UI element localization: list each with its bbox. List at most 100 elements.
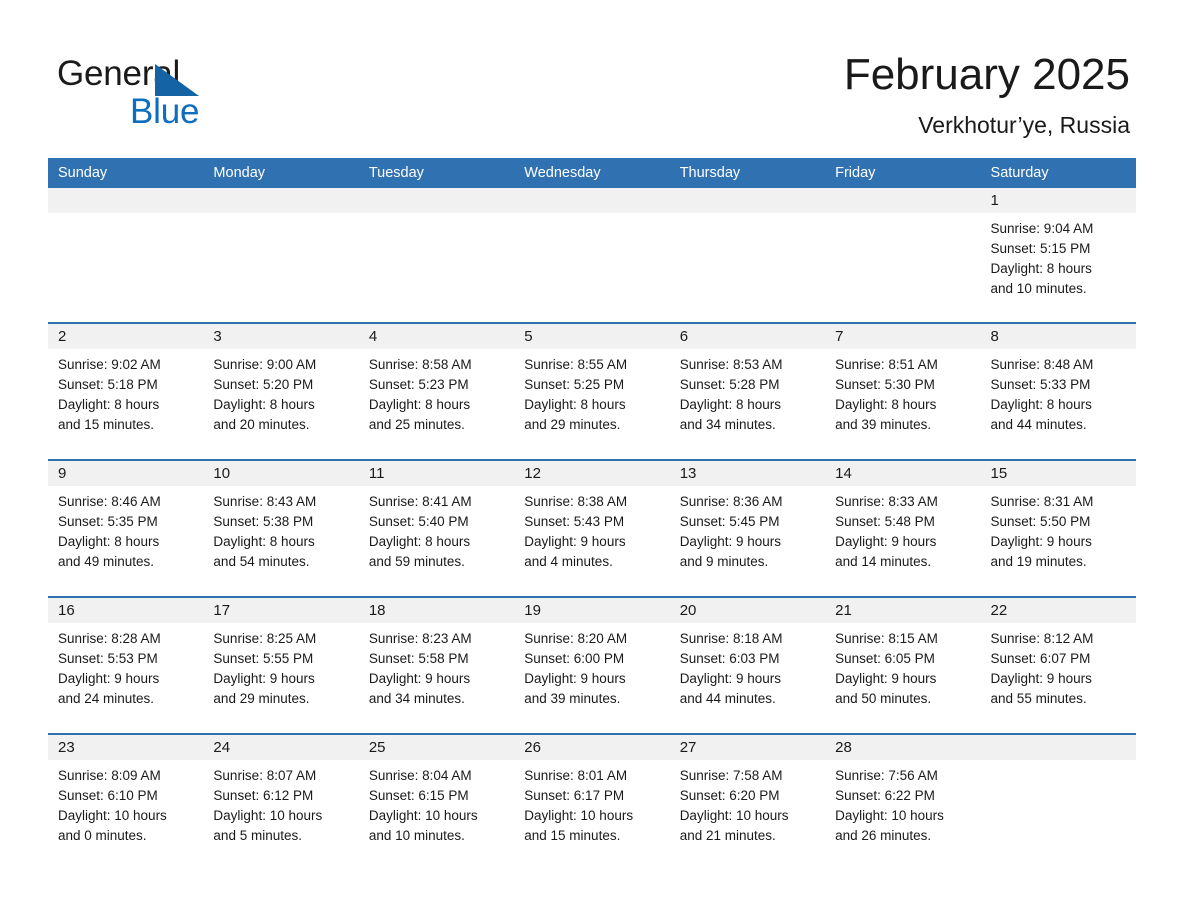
daylight-text-line1: Daylight: 9 hours: [524, 671, 626, 686]
day-number[interactable]: 24: [203, 735, 358, 760]
day-number[interactable]: 11: [359, 461, 514, 486]
day-number[interactable]: [670, 188, 825, 213]
sunrise-text: Sunrise: 8:31 AM: [990, 494, 1094, 509]
day-number[interactable]: [359, 188, 514, 213]
day-number[interactable]: 18: [359, 598, 514, 623]
day-number[interactable]: 12: [514, 461, 669, 486]
day-cell[interactable]: Sunrise: 8:48 AM Sunset: 5:33 PM Dayligh…: [981, 349, 1136, 459]
day-cell[interactable]: Sunrise: 8:31 AM Sunset: 5:50 PM Dayligh…: [981, 486, 1136, 596]
day-cell[interactable]: [670, 213, 825, 322]
sunset-text: Sunset: 6:22 PM: [835, 788, 935, 803]
daylight-text-line2: and 0 minutes.: [58, 828, 147, 843]
day-cell[interactable]: Sunrise: 9:00 AM Sunset: 5:20 PM Dayligh…: [203, 349, 358, 459]
day-cell[interactable]: Sunrise: 8:25 AM Sunset: 5:55 PM Dayligh…: [203, 623, 358, 733]
day-cell[interactable]: Sunrise: 8:36 AM Sunset: 5:45 PM Dayligh…: [670, 486, 825, 596]
day-cell[interactable]: Sunrise: 8:58 AM Sunset: 5:23 PM Dayligh…: [359, 349, 514, 459]
sunset-text: Sunset: 5:23 PM: [368, 377, 469, 392]
week-numbers-band: 9 10 11 12 13 14 15: [48, 461, 1136, 486]
day-number[interactable]: 26: [514, 735, 669, 760]
daylight-text-line2: and 34 minutes.: [679, 417, 776, 432]
day-cell[interactable]: Sunrise: 8:43 AM Sunset: 5:38 PM Dayligh…: [203, 486, 358, 596]
day-cell[interactable]: Sunrise: 7:58 AM Sunset: 6:20 PM Dayligh…: [670, 760, 825, 870]
day-cell[interactable]: Sunrise: 8:01 AM Sunset: 6:17 PM Dayligh…: [514, 760, 669, 870]
daylight-text-line1: Daylight: 8 hours: [368, 397, 471, 412]
day-number[interactable]: 13: [670, 461, 825, 486]
day-number[interactable]: 23: [48, 735, 203, 760]
day-cell[interactable]: [203, 213, 358, 322]
day-number[interactable]: 3: [203, 324, 358, 349]
day-number[interactable]: 27: [670, 735, 825, 760]
day-number[interactable]: 17: [203, 598, 358, 623]
day-cell[interactable]: Sunrise: 8:20 AM Sunset: 6:00 PM Dayligh…: [514, 623, 669, 733]
weekday-header-thursday: Thursday: [679, 165, 741, 181]
day-number[interactable]: 25: [359, 735, 514, 760]
day-number[interactable]: 14: [825, 461, 980, 486]
day-cell[interactable]: [359, 213, 514, 322]
day-cell[interactable]: Sunrise: 8:53 AM Sunset: 5:28 PM Dayligh…: [670, 349, 825, 459]
day-cell[interactable]: Sunrise: 7:56 AM Sunset: 6:22 PM Dayligh…: [825, 760, 980, 870]
day-cell[interactable]: Sunrise: 8:09 AM Sunset: 6:10 PM Dayligh…: [48, 760, 203, 870]
day-number[interactable]: 9: [48, 461, 203, 486]
week-row: 23 24 25 26 27 28 Sunrise: 8:09 AM Sunse…: [48, 733, 1136, 870]
day-cell[interactable]: Sunrise: 8:55 AM Sunset: 5:25 PM Dayligh…: [514, 349, 669, 459]
day-number[interactable]: [825, 188, 980, 213]
day-cell[interactable]: Sunrise: 8:04 AM Sunset: 6:15 PM Dayligh…: [359, 760, 514, 870]
day-number[interactable]: 7: [825, 324, 980, 349]
day-cell[interactable]: Sunrise: 8:46 AM Sunset: 5:35 PM Dayligh…: [48, 486, 203, 596]
sunset-text: Sunset: 5:53 PM: [58, 651, 158, 666]
day-number[interactable]: [48, 188, 203, 213]
daylight-text-line1: Daylight: 9 hours: [524, 534, 626, 549]
day-cell[interactable]: Sunrise: 8:38 AM Sunset: 5:43 PM Dayligh…: [514, 486, 669, 596]
day-number[interactable]: 10: [203, 461, 358, 486]
sunrise-text: Sunrise: 8:46 AM: [58, 494, 161, 509]
day-cell[interactable]: Sunrise: 8:23 AM Sunset: 5:58 PM Dayligh…: [359, 623, 514, 733]
day-cell[interactable]: [48, 213, 203, 322]
day-cell[interactable]: Sunrise: 8:51 AM Sunset: 5:30 PM Dayligh…: [825, 349, 980, 459]
sunset-text: Sunset: 6:05 PM: [835, 651, 935, 666]
day-number[interactable]: 19: [514, 598, 669, 623]
day-cell[interactable]: Sunrise: 9:02 AM Sunset: 5:18 PM Dayligh…: [48, 349, 203, 459]
day-number[interactable]: [981, 735, 1136, 760]
day-number[interactable]: 21: [825, 598, 980, 623]
weekday-header-tuesday: Tuesday: [368, 165, 424, 181]
sunrise-text: Sunrise: 8:41 AM: [368, 494, 472, 509]
day-cell[interactable]: Sunrise: 9:04 AM Sunset: 5:15 PM Dayligh…: [981, 213, 1136, 322]
day-number[interactable]: 6: [670, 324, 825, 349]
day-cell[interactable]: Sunrise: 8:28 AM Sunset: 5:53 PM Dayligh…: [48, 623, 203, 733]
day-cell[interactable]: Sunrise: 8:41 AM Sunset: 5:40 PM Dayligh…: [359, 486, 514, 596]
day-number[interactable]: 5: [514, 324, 669, 349]
day-number[interactable]: 16: [48, 598, 203, 623]
day-number[interactable]: 1: [981, 188, 1136, 213]
day-number[interactable]: 22: [981, 598, 1136, 623]
day-number[interactable]: 8: [981, 324, 1136, 349]
week-numbers-band: 2 3 4 5 6 7 8: [48, 324, 1136, 349]
day-number[interactable]: [203, 188, 358, 213]
sunrise-text: Sunrise: 7:58 AM: [679, 768, 783, 783]
day-cell[interactable]: [514, 213, 669, 322]
daylight-text-line1: Daylight: 9 hours: [835, 671, 937, 686]
day-cell[interactable]: [825, 213, 980, 322]
sunrise-text: Sunrise: 8:55 AM: [524, 357, 628, 372]
day-number[interactable]: 20: [670, 598, 825, 623]
day-cell[interactable]: Sunrise: 8:07 AM Sunset: 6:12 PM Dayligh…: [203, 760, 358, 870]
generalblue-logo[interactable]: General Blue: [57, 54, 357, 134]
daylight-text-line2: and 20 minutes.: [213, 417, 310, 432]
day-cell[interactable]: Sunrise: 8:18 AM Sunset: 6:03 PM Dayligh…: [670, 623, 825, 733]
day-cell[interactable]: Sunrise: 8:15 AM Sunset: 6:05 PM Dayligh…: [825, 623, 980, 733]
day-number[interactable]: 15: [981, 461, 1136, 486]
day-number[interactable]: 4: [359, 324, 514, 349]
sunrise-text: Sunrise: 8:15 AM: [835, 631, 938, 646]
sunset-text: Sunset: 5:18 PM: [58, 377, 158, 392]
day-number[interactable]: 28: [825, 735, 980, 760]
day-cell[interactable]: Sunrise: 8:12 AM Sunset: 6:07 PM Dayligh…: [981, 623, 1136, 733]
sunrise-text: Sunrise: 8:12 AM: [990, 631, 1094, 646]
day-number[interactable]: 2: [48, 324, 203, 349]
weekday-header-wednesday: Wednesday: [524, 165, 601, 181]
day-cell[interactable]: Sunrise: 8:33 AM Sunset: 5:48 PM Dayligh…: [825, 486, 980, 596]
daylight-text-line2: and 14 minutes.: [835, 554, 932, 569]
week-details-band: Sunrise: 9:04 AM Sunset: 5:15 PM Dayligh…: [48, 213, 1136, 322]
daylight-text-line2: and 55 minutes.: [990, 691, 1087, 706]
day-number[interactable]: [514, 188, 669, 213]
week-details-band: Sunrise: 8:09 AM Sunset: 6:10 PM Dayligh…: [48, 760, 1136, 870]
day-cell[interactable]: [981, 760, 1136, 870]
